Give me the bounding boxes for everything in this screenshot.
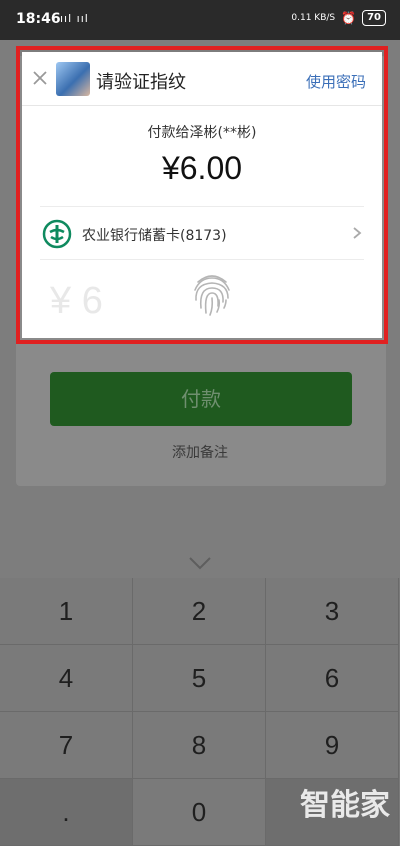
watermark: 智能家 — [300, 780, 390, 824]
status-right: 0.11 KB/S ⏰ 70 — [291, 10, 386, 26]
key-4[interactable]: 4 — [0, 645, 133, 712]
key-0[interactable]: 0 — [133, 779, 266, 846]
status-time: 18:46 — [16, 11, 61, 27]
key-5[interactable]: 5 — [133, 645, 266, 712]
highlight-frame — [16, 46, 388, 344]
alarm-icon: ⏰ — [341, 11, 357, 25]
key-8[interactable]: 8 — [133, 712, 266, 779]
key-dot[interactable]: . — [0, 779, 133, 846]
pay-button[interactable]: 付款 — [50, 372, 352, 426]
net-speed: 0.11 KB/S — [291, 13, 336, 23]
status-bar: 18:46 ııl ııl 0.11 KB/S ⏰ 70 — [0, 0, 400, 40]
key-1[interactable]: 1 — [0, 578, 133, 645]
key-2[interactable]: 2 — [133, 578, 266, 645]
battery-icon: 70 — [362, 10, 386, 26]
key-7[interactable]: 7 — [0, 712, 133, 779]
signal-icons: ııl ııl — [60, 12, 89, 25]
key-9[interactable]: 9 — [266, 712, 399, 779]
key-3[interactable]: 3 — [266, 578, 399, 645]
add-note-link[interactable]: 添加备注 — [0, 442, 400, 462]
keypad-collapse-icon[interactable] — [188, 556, 212, 570]
watermark-text: 智能家 — [300, 788, 390, 823]
key-6[interactable]: 6 — [266, 645, 399, 712]
